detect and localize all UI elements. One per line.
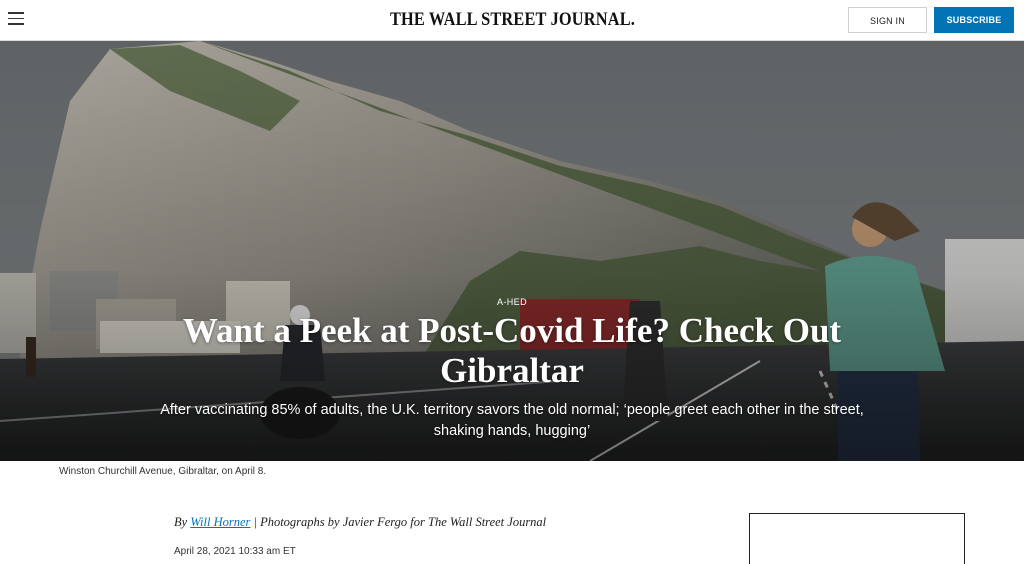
publish-date: April 28, 2021 10:33 am ET [174, 546, 296, 557]
hero-image: A-HED Want a Peek at Post-Covid Life? Ch… [0, 41, 1024, 461]
sign-in-button[interactable]: SIGN IN [848, 7, 927, 33]
byline-prefix: By [174, 515, 188, 529]
subscribe-button[interactable]: SUBSCRIBE [934, 7, 1014, 33]
author-link[interactable]: Will Horner [190, 515, 250, 529]
subheadline: After vaccinating 85% of adults, the U.K… [160, 402, 864, 439]
masthead-text: THE WALL STREET JOURNAL. [389, 9, 635, 30]
headline: Want a Peek at Post-Covid Life? Check Ou… [182, 311, 842, 390]
top-navigation-bar: THE WALL STREET JOURNAL. SIGN IN SUBSCRI… [0, 0, 1024, 41]
advertisement-box[interactable] [749, 513, 965, 564]
hero-text-overlay: A-HED Want a Peek at Post-Covid Life? Ch… [0, 41, 1024, 461]
section-label[interactable]: A-HED [0, 297, 1024, 307]
photo-credit: | Photographs by Javier Fergo for The Wa… [250, 515, 547, 529]
photo-caption: Winston Churchill Avenue, Gibraltar, on … [59, 466, 267, 477]
byline: By Will Horner | Photographs by Javier F… [174, 514, 554, 530]
